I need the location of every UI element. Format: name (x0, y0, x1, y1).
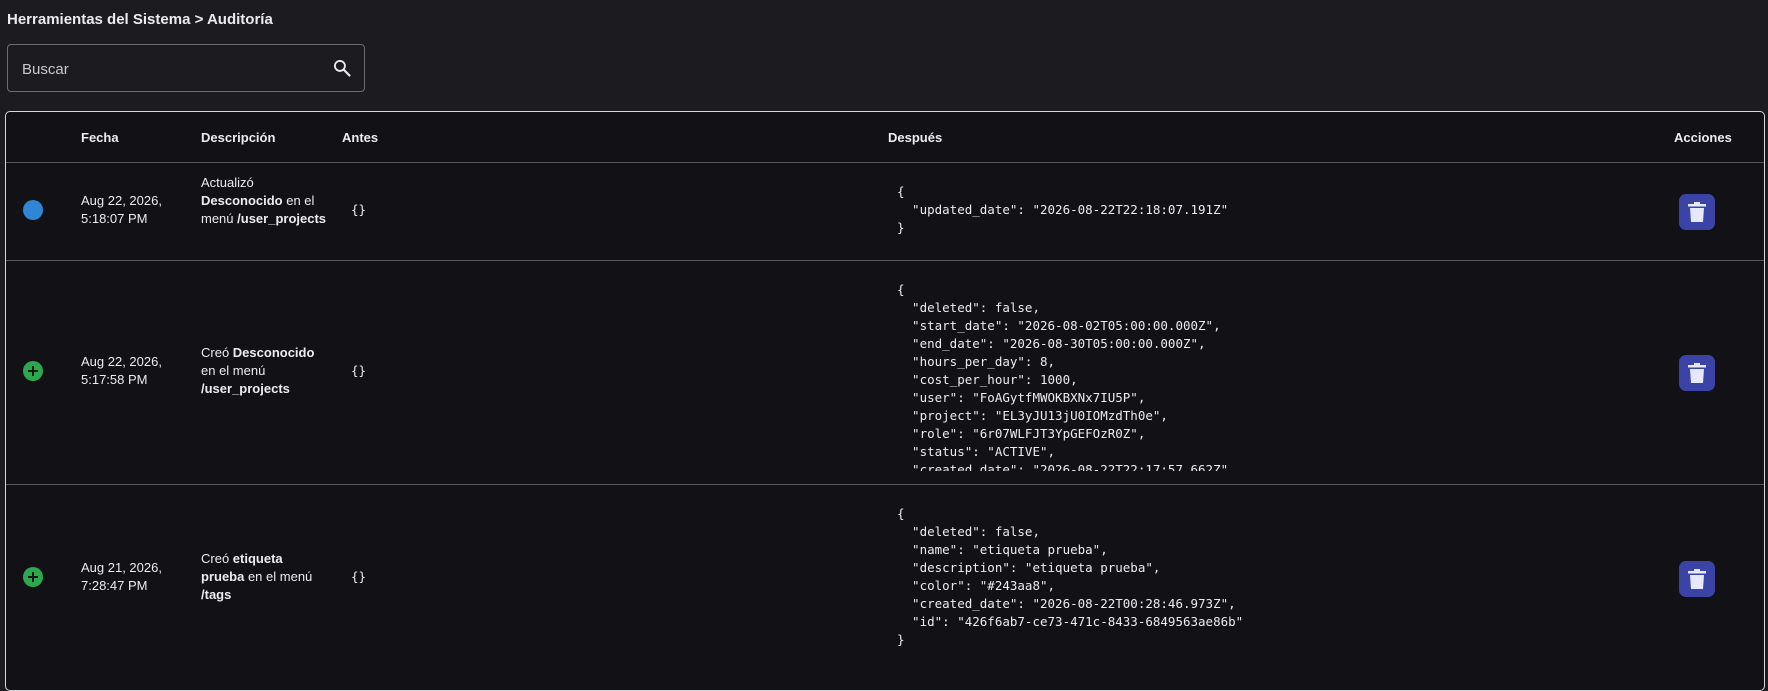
header-despues[interactable]: Después (888, 130, 942, 145)
search-icon[interactable] (332, 58, 352, 78)
header-acciones: Acciones (1674, 130, 1732, 145)
trash-icon (1688, 363, 1706, 383)
breadcrumb: Herramientas del Sistema > Auditoría (7, 11, 273, 28)
search-input[interactable] (20, 45, 324, 93)
delete-button[interactable] (1679, 561, 1715, 597)
search-box[interactable] (7, 44, 365, 93)
row-date: Aug 21, 2026, 7:28:47 PM (81, 560, 162, 593)
header-descripcion[interactable]: Descripción (201, 130, 275, 145)
trash-icon (1688, 202, 1706, 222)
add-circle-icon (23, 567, 43, 587)
row-after-json: { "updated_date": "2026-08-22T22:18:07.1… (897, 184, 1229, 235)
row-description: Creó Desconocido en el menú /user_projec… (201, 345, 315, 396)
row-after-scroll[interactable]: { "deleted": false, "start_date": "2026-… (897, 281, 1597, 471)
update-dot-icon (23, 200, 43, 220)
header-fecha[interactable]: Fecha (81, 130, 119, 145)
row-after-json: { "deleted": false, "start_date": "2026-… (897, 282, 1229, 471)
row-description: Actualizó Desconocido en el menú /user_p… (201, 175, 327, 226)
trash-icon (1688, 569, 1706, 589)
add-circle-icon (23, 361, 43, 381)
row-divider (6, 260, 1764, 261)
row-before-json: {} (351, 363, 367, 378)
audit-table: Fecha Descripción Antes Después Acciones… (5, 111, 1765, 691)
row-date: Aug 22, 2026, 5:18:07 PM (81, 193, 162, 226)
row-divider (6, 484, 1764, 485)
header-divider (6, 162, 1764, 163)
header-antes[interactable]: Antes (342, 130, 378, 145)
delete-button[interactable] (1679, 194, 1715, 230)
row-before-json: {} (351, 569, 367, 584)
row-before-json: {} (351, 202, 367, 217)
delete-button[interactable] (1679, 355, 1715, 391)
row-description: Creó etiqueta prueba en el menú /tags (201, 551, 313, 602)
row-date: Aug 22, 2026, 5:17:58 PM (81, 354, 162, 387)
row-after-json: { "deleted": false, "name": "etiqueta pr… (897, 506, 1244, 647)
